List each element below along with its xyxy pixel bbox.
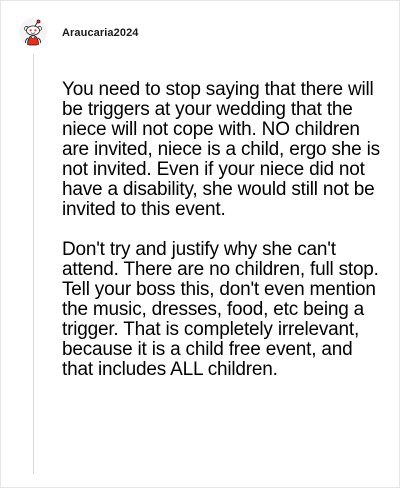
comment-paragraph: Don't try and justify why she can't atte…	[62, 239, 379, 380]
comment-card: Araucaria2024 You need to stop saying th…	[0, 0, 400, 488]
comment-body: You need to stop saying that there will …	[62, 80, 388, 380]
user-avatar-icon[interactable]	[19, 18, 47, 46]
thread-line[interactable]	[33, 54, 34, 474]
username-link[interactable]: Araucaria2024	[62, 27, 139, 39]
comment-paragraph: You need to stop saying that there will …	[62, 79, 380, 220]
